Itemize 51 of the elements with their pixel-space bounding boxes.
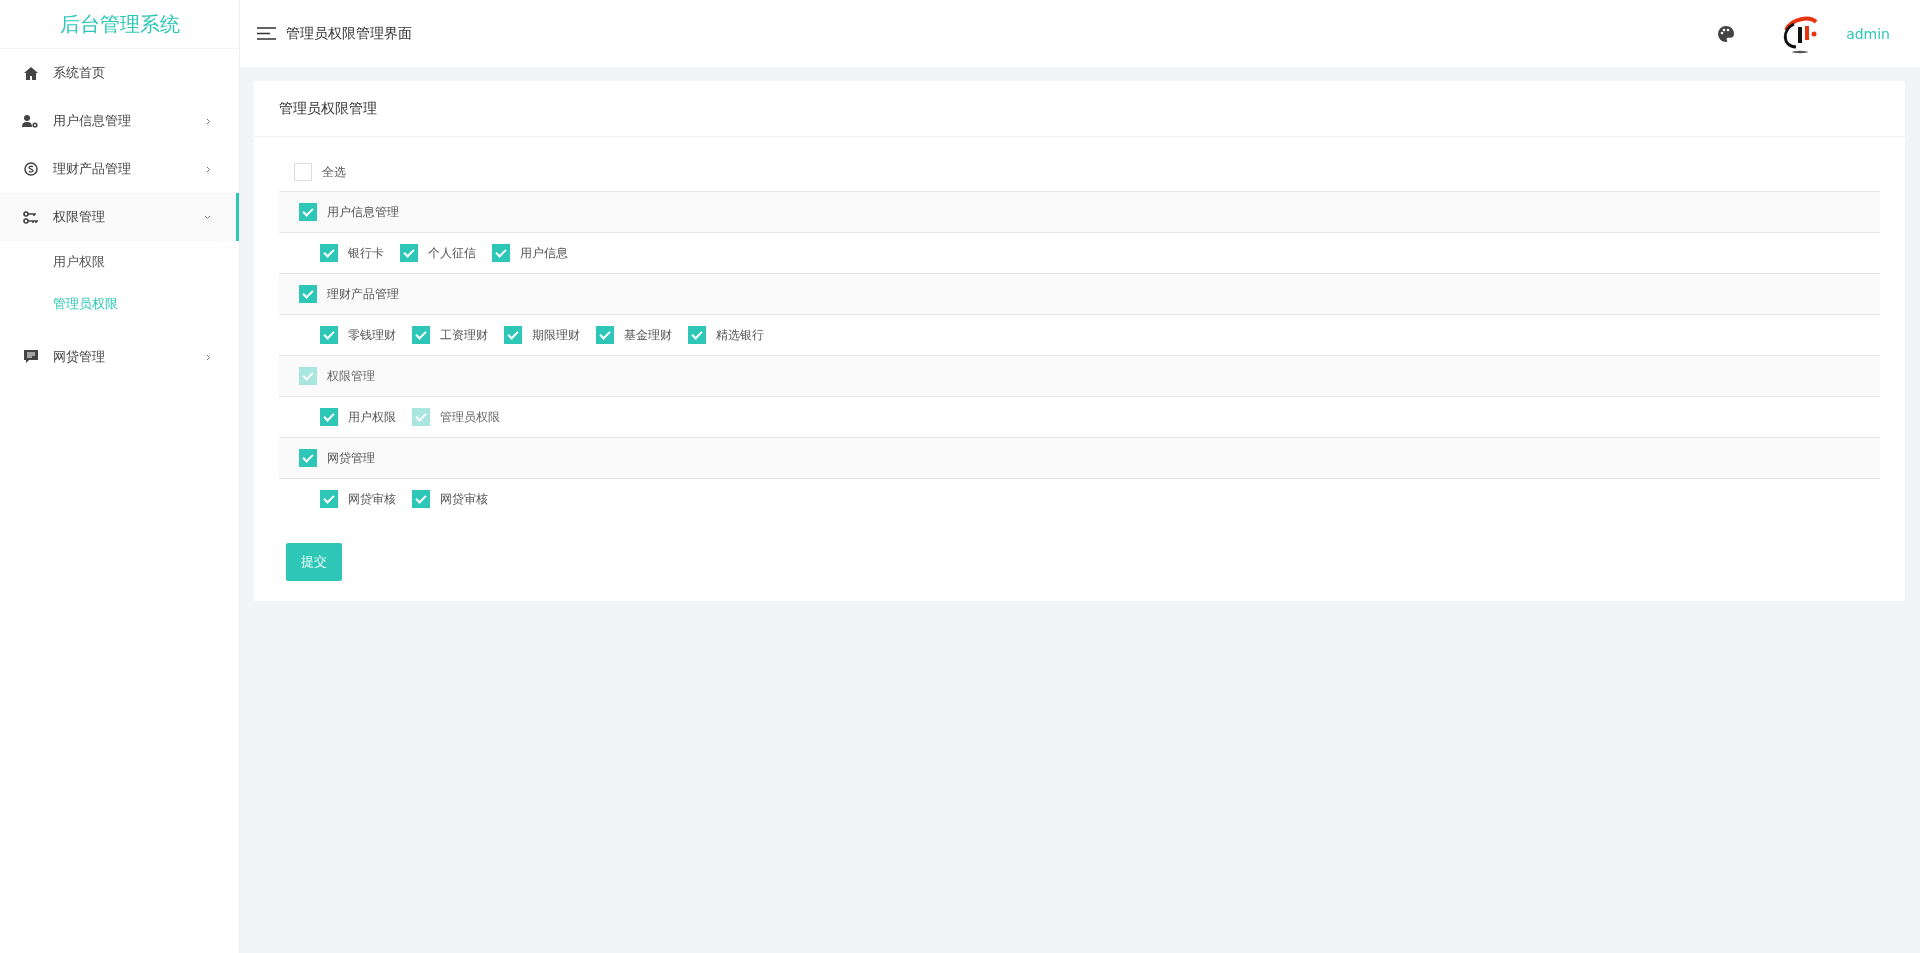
app-title: 后台管理系统: [59, 10, 180, 38]
checkbox[interactable]: [320, 244, 338, 262]
checkbox-label: 银行卡: [348, 244, 384, 262]
checkbox-label: 精选银行: [716, 326, 764, 344]
checkbox[interactable]: [504, 326, 522, 344]
checkbox-label: 工资理财: [440, 326, 488, 344]
home-icon: [23, 66, 38, 80]
checkbox-label: 权限管理: [327, 367, 375, 385]
checkbox-label: 网贷审核: [440, 490, 488, 508]
palette-icon[interactable]: [1718, 25, 1735, 42]
checkbox-label: 用户权限: [348, 408, 396, 426]
checkbox-label: 基金理财: [624, 326, 672, 344]
checkbox[interactable]: [320, 490, 338, 508]
chevron-down-icon: [204, 214, 211, 220]
key-icon: [22, 210, 39, 224]
checkbox-label: 用户信息管理: [327, 203, 399, 221]
chevron-right-icon: [206, 353, 211, 361]
submenu-item[interactable]: 用户权限: [0, 241, 239, 283]
checkbox[interactable]: [400, 244, 418, 262]
checkbox[interactable]: [299, 203, 317, 221]
menu-item[interactable]: 系统首页: [0, 49, 239, 97]
menu-item[interactable]: 用户信息管理: [0, 97, 239, 145]
checkbox[interactable]: [299, 449, 317, 467]
checkbox[interactable]: [412, 326, 430, 344]
checkbox-label: 理财产品管理: [327, 285, 399, 303]
menu-item[interactable]: 理财产品管理: [0, 145, 239, 193]
checkbox-label: 网贷审核: [348, 490, 396, 508]
checkbox[interactable]: [492, 244, 510, 262]
checkbox-label: 零钱理财: [348, 326, 396, 344]
checkbox[interactable]: [412, 490, 430, 508]
menu-item[interactable]: 权限管理: [0, 193, 239, 241]
checkbox-label: 网贷管理: [327, 449, 375, 467]
checkbox[interactable]: [320, 326, 338, 344]
chevron-right-icon: [206, 117, 211, 125]
coin-icon: [23, 162, 38, 176]
checkbox-label: 个人征信: [428, 244, 476, 262]
checkbox-label: 全选: [322, 163, 346, 181]
user-gear-icon: [22, 114, 39, 128]
checkbox[interactable]: [299, 285, 317, 303]
checkbox-label: 期限理财: [532, 326, 580, 344]
menu-item[interactable]: 网贷管理: [0, 333, 239, 381]
message-icon: [23, 350, 38, 364]
menu-icon[interactable]: [257, 27, 276, 40]
checkbox-label: 用户信息: [520, 244, 568, 262]
checkbox[interactable]: [596, 326, 614, 344]
checkbox[interactable]: [688, 326, 706, 344]
page-title: 管理员权限管理界面: [286, 24, 413, 43]
checkbox[interactable]: [294, 163, 312, 181]
chevron-right-icon: [206, 165, 211, 173]
card-title: 管理员权限管理: [279, 99, 377, 118]
checkbox-label: 管理员权限: [440, 408, 500, 426]
